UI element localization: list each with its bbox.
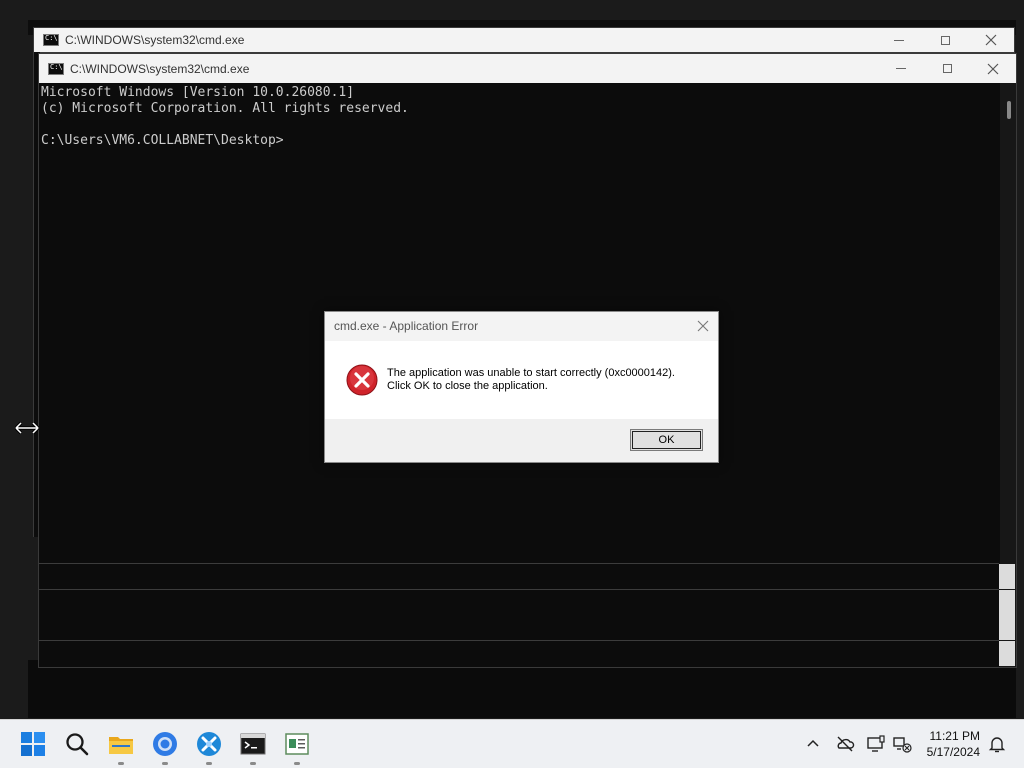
maximize-icon — [942, 64, 952, 73]
notification-bell-icon[interactable] — [987, 734, 1007, 754]
clock-time: 11:21 PM — [929, 729, 980, 743]
desktop-artifact — [28, 660, 1016, 718]
cmd-icon — [48, 62, 64, 75]
dialog-title: cmd.exe - Application Error — [325, 312, 718, 341]
chevron-up-icon[interactable] — [803, 734, 823, 754]
ok-button[interactable]: OK — [630, 429, 703, 451]
search-icon[interactable] — [63, 730, 91, 758]
dialog-body: The application was unable to start corr… — [325, 341, 718, 418]
app-icon[interactable] — [195, 730, 223, 758]
cmd-icon — [43, 34, 59, 46]
minimize-icon — [896, 68, 906, 69]
console-prompt: C:\Users\VM6.COLLABNET\Desktop> — [41, 133, 284, 148]
window-title: C:\WINDOWS\system32\cmd.exe — [70, 61, 250, 76]
running-indicator — [162, 762, 168, 765]
error-message-line: Click OK to close the application. — [387, 380, 548, 392]
close-button[interactable] — [970, 54, 1016, 83]
minimize-button[interactable] — [876, 28, 922, 52]
render-artifact — [999, 564, 1015, 589]
back-cmd-window[interactable]: C:\WINDOWS\system32\cmd.exe — [33, 27, 1015, 53]
notepad-icon[interactable] — [283, 730, 311, 758]
minimize-button[interactable] — [878, 54, 924, 83]
running-indicator — [250, 762, 256, 765]
terminal-icon[interactable] — [239, 730, 267, 758]
render-artifact — [999, 590, 1015, 640]
dialog-footer: OK — [325, 419, 718, 462]
error-message-line: The application was unable to start corr… — [387, 367, 675, 379]
application-error-dialog[interactable]: cmd.exe - Application Error The applicat… — [324, 311, 719, 463]
console-line: Microsoft Windows [Version 10.0.26080.1] — [41, 85, 355, 100]
taskbar: 11:21 PM 5/17/2024 — [0, 719, 1024, 768]
start-icon[interactable] — [19, 730, 47, 758]
file-explorer-icon[interactable] — [107, 730, 135, 758]
error-icon — [346, 364, 378, 396]
display-icon[interactable] — [866, 734, 886, 754]
network-icon[interactable] — [892, 734, 912, 754]
console-line: (c) Microsoft Corporation. All rights re… — [41, 101, 409, 116]
clock-date: 5/17/2024 — [926, 745, 980, 759]
resize-cursor-icon — [14, 421, 40, 435]
render-artifact — [39, 589, 999, 590]
clock[interactable]: 11:21 PM 5/17/2024 — [927, 728, 980, 760]
scrollbar-thumb[interactable] — [1007, 101, 1011, 119]
onedrive-icon[interactable] — [835, 734, 855, 754]
running-indicator — [294, 762, 300, 765]
close-icon — [987, 63, 999, 74]
close-button[interactable] — [968, 28, 1014, 52]
render-artifact — [39, 640, 999, 641]
maximize-button[interactable] — [924, 54, 970, 83]
running-indicator — [118, 762, 124, 765]
render-artifact — [999, 641, 1015, 666]
minimize-icon — [894, 39, 904, 41]
chrome-icon[interactable] — [151, 730, 179, 758]
running-indicator — [206, 762, 212, 765]
close-icon — [985, 34, 997, 46]
close-icon[interactable] — [694, 317, 712, 335]
maximize-icon — [940, 35, 950, 45]
render-artifact — [39, 563, 999, 564]
window-title: C:\WINDOWS\system32\cmd.exe — [65, 33, 245, 47]
maximize-button[interactable] — [922, 28, 968, 52]
error-message: The application was unable to start corr… — [387, 367, 675, 393]
